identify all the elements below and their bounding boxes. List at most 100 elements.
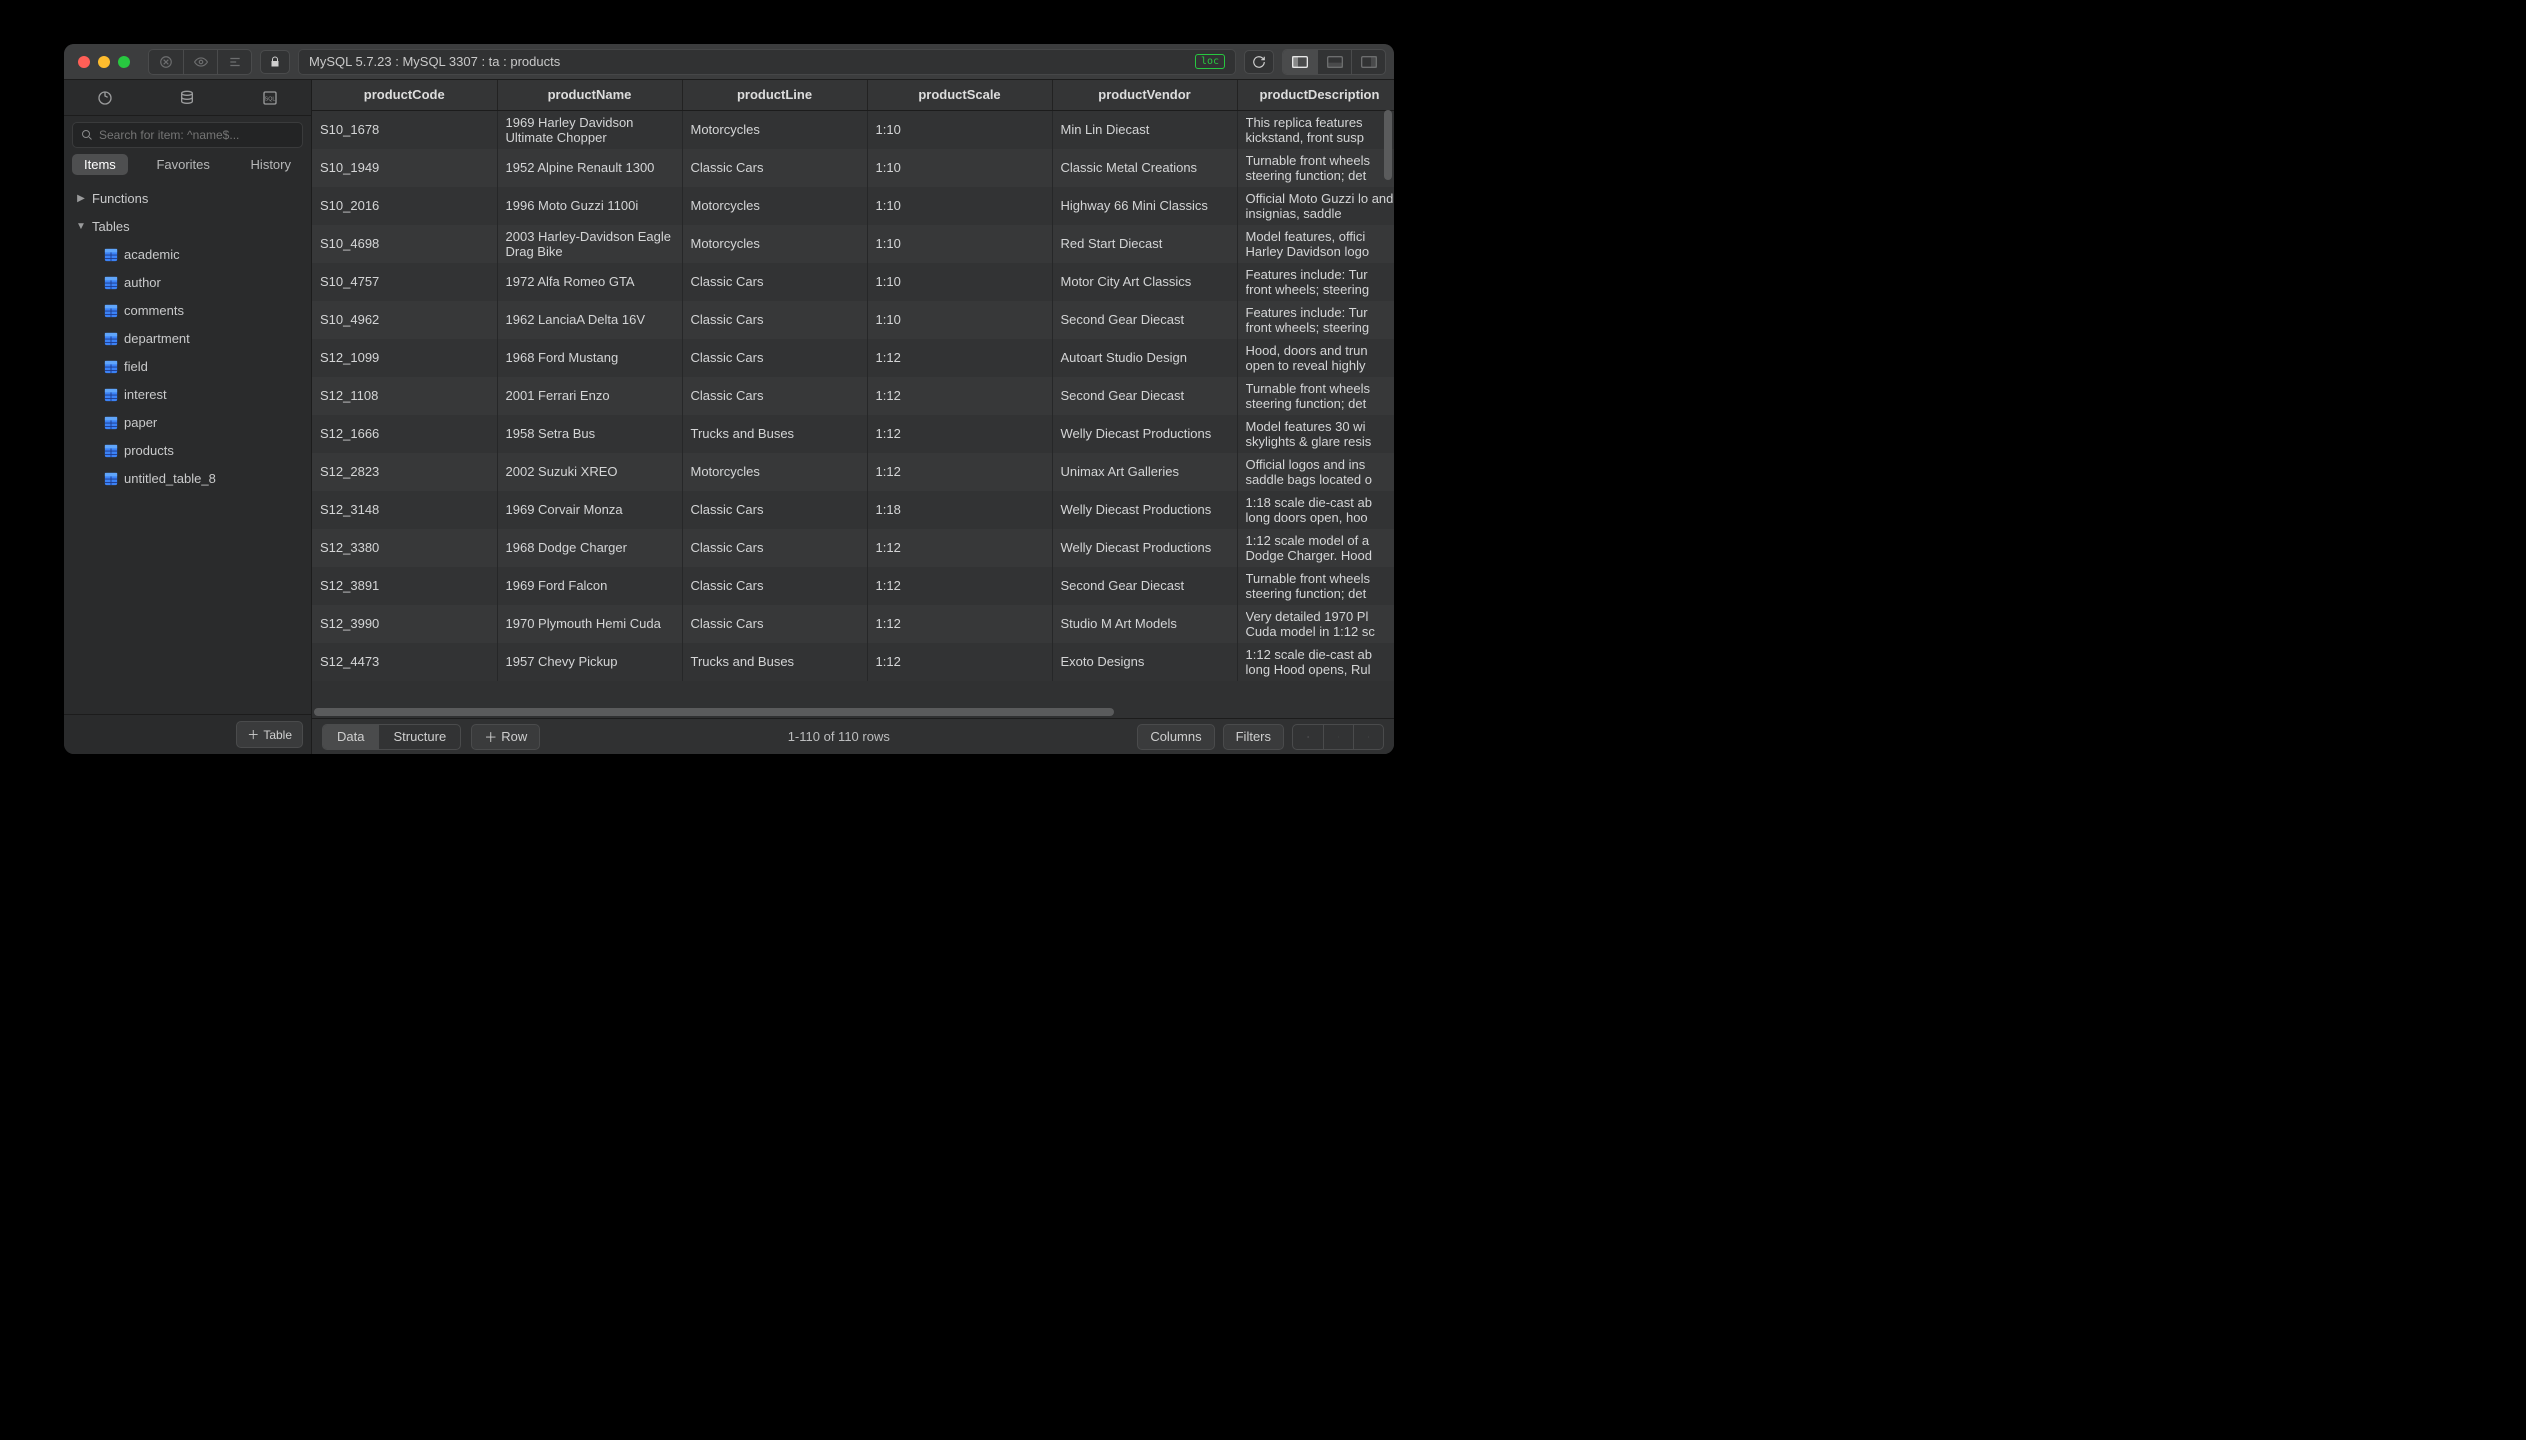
cell-productCode[interactable]: S12_3891 xyxy=(312,567,497,605)
sidebar-table-comments[interactable]: comments xyxy=(64,297,311,325)
minimize-window-button[interactable] xyxy=(98,56,110,68)
vertical-scrollbar[interactable] xyxy=(1384,110,1392,688)
mode-data[interactable]: Data xyxy=(323,725,378,749)
cell-productLine[interactable]: Trucks and Buses xyxy=(682,415,867,453)
cell-productCode[interactable]: S12_3380 xyxy=(312,529,497,567)
cell-productDescription[interactable]: Official logos and ins saddle bags locat… xyxy=(1237,453,1394,491)
cell-productVendor[interactable]: Exoto Designs xyxy=(1052,643,1237,681)
table-row[interactable]: S12_31481969 Corvair MonzaClassic Cars1:… xyxy=(312,491,1394,529)
layout-sidebar-button[interactable] xyxy=(1283,50,1317,74)
cell-productVendor[interactable]: Autoart Studio Design xyxy=(1052,339,1237,377)
table-row[interactable]: S12_33801968 Dodge ChargerClassic Cars1:… xyxy=(312,529,1394,567)
cell-productScale[interactable]: 1:12 xyxy=(867,339,1052,377)
cell-productCode[interactable]: S12_4473 xyxy=(312,643,497,681)
cell-productDescription[interactable]: Official Moto Guzzi lo and insignias, sa… xyxy=(1237,187,1394,225)
prev-page-button[interactable] xyxy=(1293,725,1323,749)
table-row[interactable]: S12_44731957 Chevy PickupTrucks and Buse… xyxy=(312,643,1394,681)
cell-productLine[interactable]: Classic Cars xyxy=(682,567,867,605)
cell-productName[interactable]: 1970 Plymouth Hemi Cuda xyxy=(497,605,682,643)
cell-productCode[interactable]: S10_1678 xyxy=(312,110,497,149)
lock-icon[interactable] xyxy=(260,50,290,74)
cell-productLine[interactable]: Classic Cars xyxy=(682,491,867,529)
scope-favorites[interactable]: Favorites xyxy=(144,154,221,175)
horizontal-scrollbar[interactable] xyxy=(314,708,1380,716)
add-row-button[interactable]: ＋ Row xyxy=(471,724,540,750)
column-header-productCode[interactable]: productCode xyxy=(312,80,497,110)
cell-productLine[interactable]: Motorcycles xyxy=(682,453,867,491)
cell-productDescription[interactable]: Features include: Tur front wheels; stee… xyxy=(1237,263,1394,301)
cell-productName[interactable]: 2003 Harley-Davidson Eagle Drag Bike xyxy=(497,225,682,263)
zoom-window-button[interactable] xyxy=(118,56,130,68)
cell-productScale[interactable]: 1:10 xyxy=(867,301,1052,339)
cell-productCode[interactable]: S12_1099 xyxy=(312,339,497,377)
table-row[interactable]: S10_20161996 Moto Guzzi 1100iMotorcycles… xyxy=(312,187,1394,225)
tab-database-icon[interactable] xyxy=(172,86,202,110)
cell-productName[interactable]: 1996 Moto Guzzi 1100i xyxy=(497,187,682,225)
sidebar-table-paper[interactable]: paper xyxy=(64,409,311,437)
cell-productScale[interactable]: 1:10 xyxy=(867,263,1052,301)
cell-productVendor[interactable]: Second Gear Diecast xyxy=(1052,377,1237,415)
sidebar-table-department[interactable]: department xyxy=(64,325,311,353)
column-header-productScale[interactable]: productScale xyxy=(867,80,1052,110)
cell-productName[interactable]: 1958 Setra Bus xyxy=(497,415,682,453)
column-header-productLine[interactable]: productLine xyxy=(682,80,867,110)
column-header-productDescription[interactable]: productDescription xyxy=(1237,80,1394,110)
cell-productName[interactable]: 1972 Alfa Romeo GTA xyxy=(497,263,682,301)
cell-productName[interactable]: 1968 Ford Mustang xyxy=(497,339,682,377)
sidebar-table-interest[interactable]: interest xyxy=(64,381,311,409)
cell-productDescription[interactable]: Turnable front wheels steering function;… xyxy=(1237,149,1394,187)
format-button[interactable] xyxy=(217,50,251,74)
scope-history[interactable]: History xyxy=(239,154,303,175)
close-window-button[interactable] xyxy=(78,56,90,68)
cell-productLine[interactable]: Motorcycles xyxy=(682,110,867,149)
cell-productDescription[interactable]: Hood, doors and trun open to reveal high… xyxy=(1237,339,1394,377)
sidebar-table-author[interactable]: author xyxy=(64,269,311,297)
cell-productLine[interactable]: Trucks and Buses xyxy=(682,643,867,681)
tree-functions[interactable]: ▶ Functions xyxy=(64,185,311,213)
cell-productName[interactable]: 1968 Dodge Charger xyxy=(497,529,682,567)
scope-items[interactable]: Items xyxy=(72,154,128,175)
cell-productLine[interactable]: Classic Cars xyxy=(682,377,867,415)
table-row[interactable]: S10_16781969 Harley Davidson Ultimate Ch… xyxy=(312,110,1394,149)
cell-productName[interactable]: 1969 Corvair Monza xyxy=(497,491,682,529)
add-table-button[interactable]: ＋ Table xyxy=(236,721,303,748)
cell-productVendor[interactable]: Welly Diecast Productions xyxy=(1052,415,1237,453)
cell-productCode[interactable]: S12_2823 xyxy=(312,453,497,491)
cell-productVendor[interactable]: Welly Diecast Productions xyxy=(1052,529,1237,567)
cell-productVendor[interactable]: Min Lin Diecast xyxy=(1052,110,1237,149)
cell-productScale[interactable]: 1:12 xyxy=(867,415,1052,453)
search-input[interactable] xyxy=(99,128,294,142)
table-row[interactable]: S12_39901970 Plymouth Hemi CudaClassic C… xyxy=(312,605,1394,643)
cell-productCode[interactable]: S10_4962 xyxy=(312,301,497,339)
columns-button[interactable]: Columns xyxy=(1137,724,1214,750)
cell-productLine[interactable]: Classic Cars xyxy=(682,301,867,339)
cell-productName[interactable]: 1962 LanciaA Delta 16V xyxy=(497,301,682,339)
preview-button[interactable] xyxy=(183,50,217,74)
cell-productScale[interactable]: 1:10 xyxy=(867,110,1052,149)
layout-bottom-button[interactable] xyxy=(1317,50,1351,74)
cell-productVendor[interactable]: Studio M Art Models xyxy=(1052,605,1237,643)
cell-productLine[interactable]: Motorcycles xyxy=(682,187,867,225)
cell-productVendor[interactable]: Red Start Diecast xyxy=(1052,225,1237,263)
cell-productVendor[interactable]: Welly Diecast Productions xyxy=(1052,491,1237,529)
cell-productScale[interactable]: 1:10 xyxy=(867,225,1052,263)
cell-productDescription[interactable]: Turnable front wheels steering function;… xyxy=(1237,567,1394,605)
cell-productScale[interactable]: 1:12 xyxy=(867,453,1052,491)
table-row[interactable]: S12_10991968 Ford MustangClassic Cars1:1… xyxy=(312,339,1394,377)
cell-productDescription[interactable]: Very detailed 1970 Pl Cuda model in 1:12… xyxy=(1237,605,1394,643)
cell-productScale[interactable]: 1:10 xyxy=(867,187,1052,225)
cell-productLine[interactable]: Classic Cars xyxy=(682,263,867,301)
layout-right-button[interactable] xyxy=(1351,50,1385,74)
cell-productName[interactable]: 1969 Ford Falcon xyxy=(497,567,682,605)
table-row[interactable]: S12_16661958 Setra BusTrucks and Buses1:… xyxy=(312,415,1394,453)
column-header-productName[interactable]: productName xyxy=(497,80,682,110)
cell-productName[interactable]: 2001 Ferrari Enzo xyxy=(497,377,682,415)
cell-productLine[interactable]: Classic Cars xyxy=(682,529,867,567)
cell-productScale[interactable]: 1:12 xyxy=(867,643,1052,681)
cell-productName[interactable]: 1952 Alpine Renault 1300 xyxy=(497,149,682,187)
table-row[interactable]: S12_28232002 Suzuki XREOMotorcycles1:12U… xyxy=(312,453,1394,491)
search-input-wrap[interactable] xyxy=(72,122,303,148)
cell-productName[interactable]: 2002 Suzuki XREO xyxy=(497,453,682,491)
table-row[interactable]: S12_11082001 Ferrari EnzoClassic Cars1:1… xyxy=(312,377,1394,415)
cell-productCode[interactable]: S10_2016 xyxy=(312,187,497,225)
